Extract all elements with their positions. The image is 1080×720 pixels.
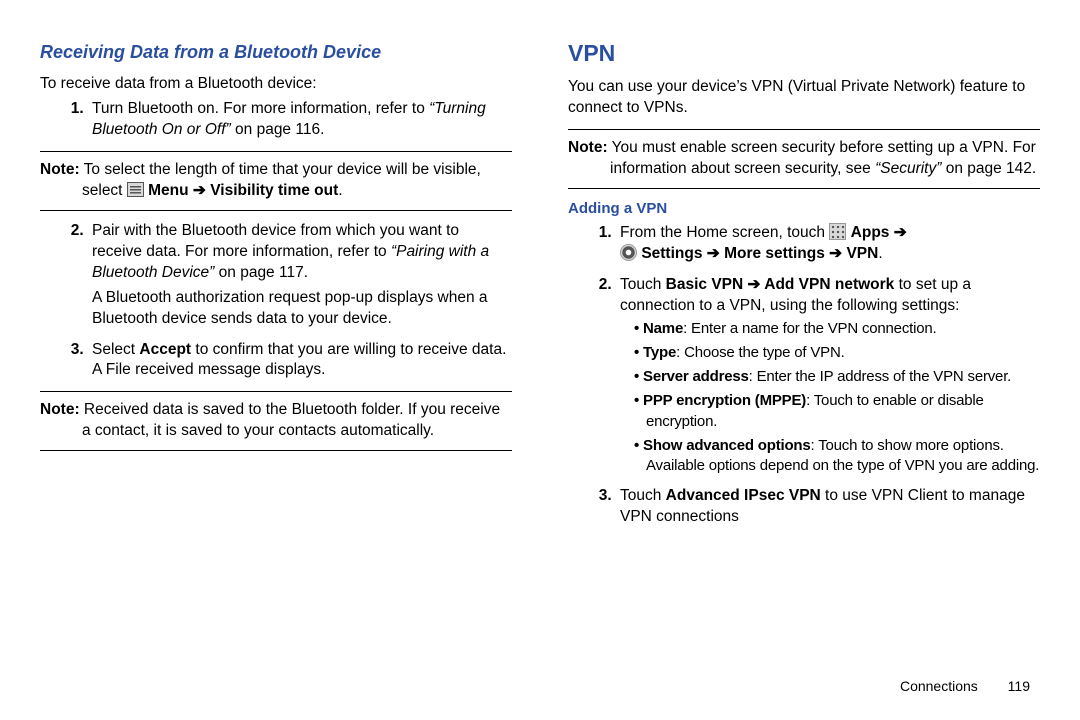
bullet-server: Server address: Enter the IP address of …: [634, 367, 1040, 387]
s3-a: Touch: [620, 487, 666, 504]
s1-more: More settings: [724, 245, 825, 262]
steps-list-1: Turn Bluetooth on. For more information,…: [40, 99, 512, 141]
bullet-name: Name: Enter a name for the VPN connectio…: [634, 319, 1040, 339]
heading-vpn: VPN: [568, 38, 1040, 69]
b2v: : Choose the type of VPN.: [676, 344, 844, 361]
note1-c: .: [338, 182, 342, 199]
b1v: : Enter a name for the VPN connection.: [683, 320, 936, 337]
arrow-icon: ➔: [702, 245, 724, 262]
b5k: Show advanced options: [643, 437, 811, 454]
note-screen-security: Note: You must enable screen security be…: [568, 129, 1040, 189]
b3v: : Enter the IP address of the VPN server…: [749, 368, 1012, 385]
note-r-ref: “Security”: [875, 160, 941, 177]
s1-apps: Apps: [851, 224, 890, 241]
vpn-step-3: Touch Advanced IPsec VPN to use VPN Clie…: [616, 486, 1040, 528]
bullet-type: Type: Choose the type of VPN.: [634, 343, 1040, 363]
step-2: Pair with the Bluetooth device from whic…: [88, 221, 512, 330]
right-column: VPN You can use your device’s VPN (Virtu…: [568, 36, 1040, 538]
arrow-icon: ➔: [189, 182, 211, 199]
bullet-ppp: PPP encryption (MPPE): Touch to enable o…: [634, 391, 1040, 432]
b3k: Server address: [643, 368, 749, 385]
step2-b: on page 117.: [214, 264, 308, 281]
s1-settings: Settings: [641, 245, 702, 262]
b4k: PPP encryption (MPPE): [643, 392, 806, 409]
step2-p2: A Bluetooth authorization request pop-up…: [92, 288, 512, 330]
s1-dot: .: [878, 245, 882, 262]
b1k: Name: [643, 320, 683, 337]
step-1: Turn Bluetooth on. For more information,…: [88, 99, 512, 141]
s2-b2: Add VPN network: [764, 276, 894, 293]
s2-a: Touch: [620, 276, 666, 293]
arrow-icon: ➔: [743, 276, 764, 293]
note-label: Note:: [40, 161, 80, 178]
manual-page: Receiving Data from a Bluetooth Device T…: [40, 36, 1040, 538]
step1-text-b: on page 116.: [231, 121, 325, 138]
note-r-b: on page 142.: [941, 160, 1036, 177]
bullet-advanced: Show advanced options: Touch to show mor…: [634, 436, 1040, 477]
heading-receiving-data: Receiving Data from a Bluetooth Device: [40, 40, 512, 64]
b2k: Type: [643, 344, 676, 361]
step-3: Select Accept to confirm that you are wi…: [88, 340, 512, 382]
vpn-step-2: Touch Basic VPN ➔ Add VPN network to set…: [616, 275, 1040, 477]
s2-b1: Basic VPN: [666, 276, 744, 293]
vpn-intro: You can use your device’s VPN (Virtual P…: [568, 77, 1040, 119]
s1-a: From the Home screen, touch: [620, 224, 829, 241]
s3-b: Advanced IPsec VPN: [666, 487, 821, 504]
intro-text: To receive data from a Bluetooth device:: [40, 74, 512, 95]
note1-menu: Menu: [148, 182, 188, 199]
apps-icon: [829, 223, 846, 240]
note2-label: Note:: [40, 401, 80, 418]
note-label-r: Note:: [568, 139, 608, 156]
note2-body: Received data is saved to the Bluetooth …: [80, 401, 500, 439]
s1-vpn: VPN: [846, 245, 878, 262]
vpn-step-1: From the Home screen, touch Apps ➔ Setti…: [616, 223, 1040, 265]
step1-text-a: Turn Bluetooth on. For more information,…: [92, 100, 429, 117]
arrow-icon: ➔: [825, 245, 847, 262]
page-footer: Connections 119: [900, 677, 1030, 696]
vpn-settings-list: Name: Enter a name for the VPN connectio…: [620, 319, 1040, 477]
footer-page-number: 119: [1008, 677, 1030, 696]
steps-list-2: Pair with the Bluetooth device from whic…: [40, 221, 512, 381]
menu-icon: [127, 182, 144, 197]
arrow-icon: ➔: [889, 224, 906, 241]
step3-accept: Accept: [139, 341, 191, 358]
note-visibility-timeout: Note: To select the length of time that …: [40, 151, 512, 211]
note1-b: Visibility time out: [210, 182, 338, 199]
heading-adding-vpn: Adding a VPN: [568, 199, 1040, 219]
footer-section: Connections: [900, 678, 978, 694]
settings-icon: [620, 244, 637, 261]
note-received-data: Note: Received data is saved to the Blue…: [40, 391, 512, 451]
vpn-steps: From the Home screen, touch Apps ➔ Setti…: [568, 223, 1040, 528]
step3-a: Select: [92, 341, 139, 358]
left-column: Receiving Data from a Bluetooth Device T…: [40, 36, 512, 538]
